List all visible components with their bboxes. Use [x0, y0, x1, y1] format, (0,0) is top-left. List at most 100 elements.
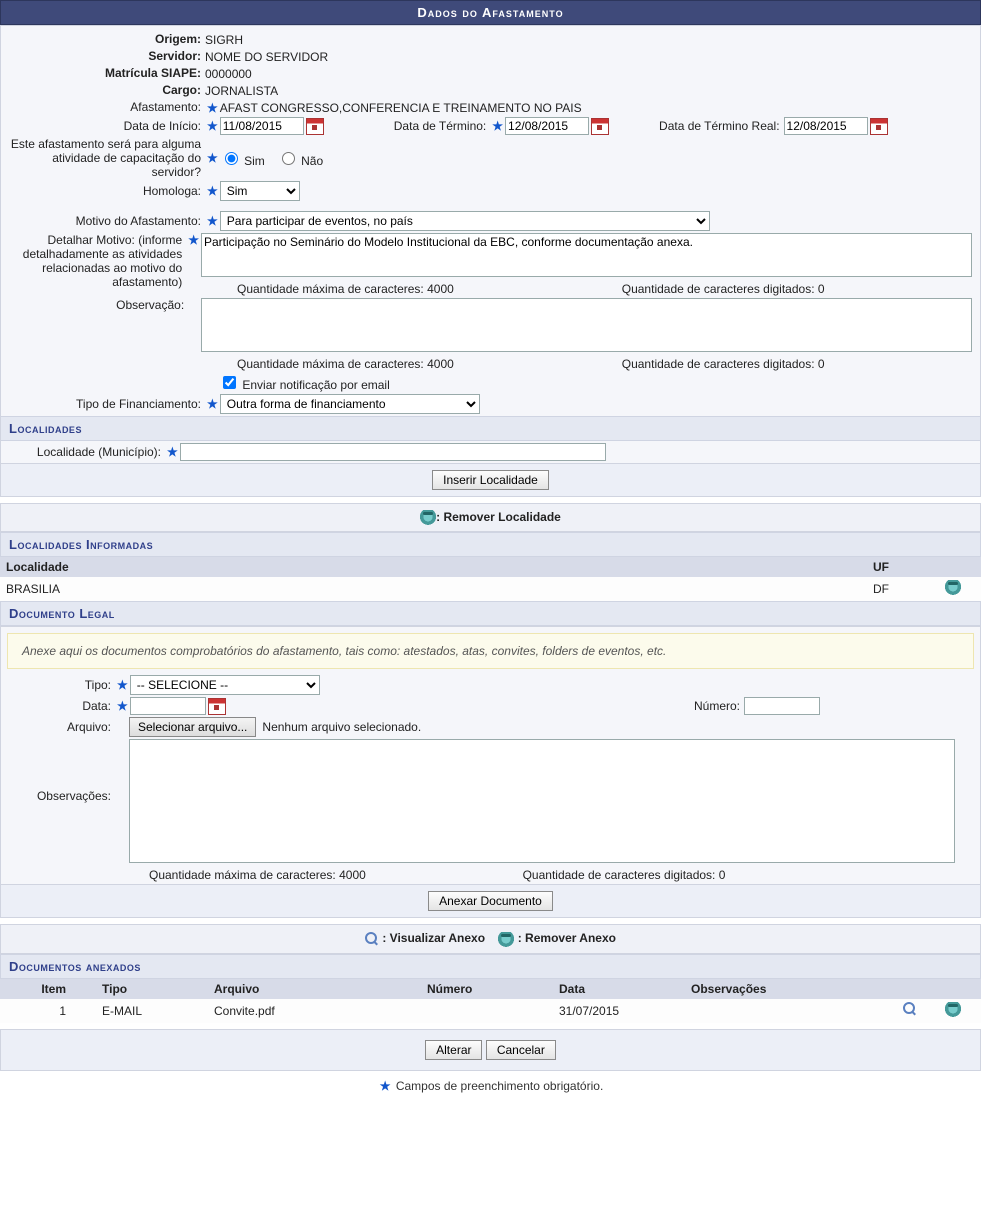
cell-numero — [421, 999, 553, 1023]
calendar-icon[interactable] — [591, 118, 609, 135]
cell-uf: DF — [867, 577, 939, 601]
doc-obs-label: Observações: — [1, 739, 115, 803]
financiamento-label: Tipo de Financiamento: — [1, 397, 205, 412]
required-star: ★ — [115, 678, 130, 692]
servidor-value: NOME DO SERVIDOR — [205, 50, 328, 64]
table-row: 1 E-MAIL Convite.pdf 31/07/2015 — [0, 999, 981, 1023]
data-inicio-input[interactable] — [220, 117, 304, 135]
homologa-label: Homologa: — [1, 184, 205, 199]
doc-tipo-select[interactable]: -- SELECIONE -- — [130, 675, 320, 695]
required-star: ★ — [205, 214, 220, 228]
observacao-label: Observação: — [1, 298, 188, 312]
action-bar: Alterar Cancelar — [0, 1029, 981, 1071]
section-documentos-anexados: Documentos anexados — [0, 954, 981, 979]
remove-attachment-icon[interactable] — [945, 1002, 961, 1017]
section-localidades: Localidades — [1, 416, 980, 441]
max-chars-label: Quantidade máxima de caracteres: 4000 — [129, 866, 523, 882]
detalhar-label: Detalhar Motivo: (informe detalhadamente… — [1, 233, 186, 289]
selecionar-arquivo-button[interactable]: Selecionar arquivo... — [129, 717, 256, 737]
motivo-label: Motivo do Afastamento: — [1, 214, 205, 229]
notify-label: Enviar notificação por email — [242, 378, 389, 392]
typed-chars-label: Quantidade de caracteres digitados: 0 — [622, 355, 966, 371]
cell-localidade: BRASILIA — [0, 577, 867, 601]
form-panel: Origem: SIGRH Servidor: NOME DO SERVIDOR… — [0, 25, 981, 497]
motivo-select[interactable]: Para participar de eventos, no país — [220, 211, 710, 231]
doc-obs-textarea[interactable] — [129, 739, 955, 863]
capacitacao-label: Este afastamento será para alguma ativid… — [1, 137, 205, 179]
magnifier-icon — [365, 932, 379, 946]
doc-numero-label: Número: — [694, 699, 740, 713]
cell-data: 31/07/2015 — [553, 999, 685, 1023]
data-termino-label: Data de Término: — [394, 119, 491, 134]
origem-value: SIGRH — [205, 33, 243, 47]
localidade-label: Localidade (Município): — [1, 445, 165, 460]
col-item: Item — [0, 979, 96, 999]
typed-chars-label: Quantidade de caracteres digitados: 0 — [523, 866, 949, 882]
col-numero: Número — [421, 979, 553, 999]
cell-obs — [685, 999, 897, 1023]
max-chars-label: Quantidade máxima de caracteres: 4000 — [201, 355, 622, 371]
section-documento-legal: Documento Legal — [0, 601, 981, 626]
notify-checkbox[interactable]: Enviar notificação por email — [219, 373, 390, 392]
matricula-label: Matrícula SIAPE: — [1, 66, 205, 81]
documentos-table: Item Tipo Arquivo Número Data Observaçõe… — [0, 979, 981, 1023]
radio-sim[interactable]: Sim — [220, 149, 265, 168]
page-title: Dados do Afastamento — [0, 0, 981, 25]
col-data: Data — [553, 979, 685, 999]
view-attachment-icon[interactable] — [903, 1002, 917, 1016]
financiamento-select[interactable]: Outra forma de financiamento — [220, 394, 480, 414]
cargo-label: Cargo: — [1, 83, 205, 98]
doc-arquivo-label: Arquivo: — [1, 720, 115, 735]
footnote: ★ Campos de preenchimento obrigatório. — [0, 1071, 981, 1101]
afastamento-label: Afastamento: — [1, 100, 205, 115]
col-tipo: Tipo — [96, 979, 208, 999]
col-localidade: Localidade — [0, 557, 867, 577]
localidade-input[interactable] — [180, 443, 606, 461]
servidor-label: Servidor: — [1, 49, 205, 64]
afastamento-value: AFAST CONGRESSO,CONFERENCIA E TREINAMENT… — [220, 101, 582, 115]
required-star: ★ — [378, 1079, 393, 1093]
homologa-select[interactable]: Sim — [220, 181, 300, 201]
inserir-localidade-button[interactable]: Inserir Localidade — [432, 470, 549, 490]
legend-anexos: : Visualizar Anexo : Remover Anexo — [0, 924, 981, 953]
required-star: ★ — [205, 184, 220, 198]
cargo-value: JORNALISTA — [205, 84, 278, 98]
col-uf: UF — [867, 557, 939, 577]
data-termino-input[interactable] — [505, 117, 589, 135]
col-arquivo: Arquivo — [208, 979, 421, 999]
cancelar-button[interactable]: Cancelar — [486, 1040, 556, 1060]
cell-tipo: E-MAIL — [96, 999, 208, 1023]
data-inicio-label: Data de Início: — [1, 119, 205, 134]
observacao-textarea[interactable] — [201, 298, 972, 352]
anexar-documento-button[interactable]: Anexar Documento — [428, 891, 553, 911]
radio-nao[interactable]: Não — [277, 149, 323, 168]
detalhar-textarea[interactable] — [201, 233, 972, 277]
data-termino-real-label: Data de Término Real: — [659, 119, 784, 134]
required-star: ★ — [115, 699, 130, 713]
doc-data-label: Data: — [1, 699, 115, 714]
data-termino-real-input[interactable] — [784, 117, 868, 135]
cell-item: 1 — [0, 999, 96, 1023]
calendar-icon[interactable] — [208, 698, 226, 715]
alterar-button[interactable]: Alterar — [425, 1040, 482, 1060]
remove-localidade-icon[interactable] — [945, 580, 961, 595]
table-row: BRASILIA DF — [0, 577, 981, 601]
col-obs: Observações — [685, 979, 897, 999]
doc-tipo-label: Tipo: — [1, 678, 115, 693]
doc-numero-input[interactable] — [744, 697, 820, 715]
arquivo-status: Nenhum arquivo selecionado. — [262, 720, 421, 734]
localidades-table: Localidade UF BRASILIA DF — [0, 557, 981, 601]
matricula-value: 0000000 — [205, 67, 252, 81]
required-star: ★ — [205, 101, 220, 115]
doc-data-input[interactable] — [130, 697, 206, 715]
required-star: ★ — [205, 119, 220, 133]
section-localidades-informadas: Localidades Informadas — [0, 532, 981, 557]
typed-chars-label: Quantidade de caracteres digitados: 0 — [622, 280, 966, 296]
legend-remover-localidade: : Remover Localidade — [0, 503, 981, 532]
info-text: Anexe aqui os documentos comprobatórios … — [7, 633, 974, 669]
calendar-icon[interactable] — [870, 118, 888, 135]
max-chars-label: Quantidade máxima de caracteres: 4000 — [201, 280, 622, 296]
origem-label: Origem: — [1, 32, 205, 47]
required-star: ★ — [490, 119, 505, 133]
calendar-icon[interactable] — [306, 118, 324, 135]
